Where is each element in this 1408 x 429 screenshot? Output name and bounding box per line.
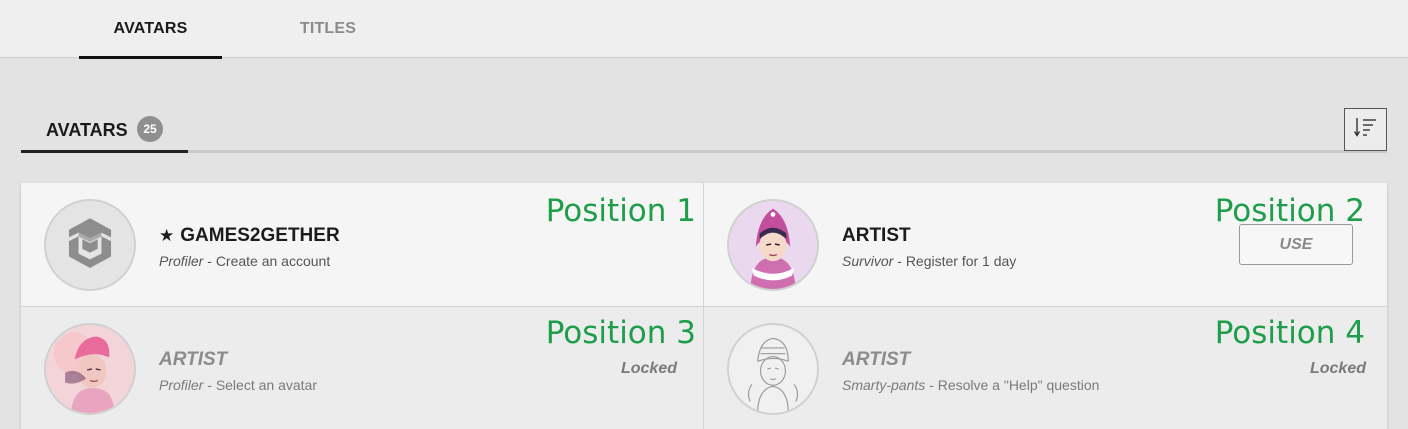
requirement-category: Smarty-pants — [842, 377, 926, 393]
section-header: AVATARS 25 — [21, 108, 1387, 153]
position-annotation: Position 1 — [545, 193, 696, 229]
avatar-name: ARTIST — [842, 225, 911, 246]
use-button[interactable]: USE — [1239, 224, 1353, 265]
section-title: AVATARS — [46, 120, 128, 140]
avatar-requirement: Profiler - Create an account — [159, 253, 330, 269]
avatar-card[interactable]: ★ GAMES2GETHER Profiler - Create an accou… — [21, 183, 704, 307]
avatar-name: ARTIST — [159, 349, 228, 370]
requirement-text: Resolve a "Help" question — [937, 377, 1100, 393]
avatar-card[interactable]: ARTIST Profiler - Select an avatar Posit… — [21, 307, 704, 429]
tab-avatars[interactable]: AVATARS — [79, 0, 222, 59]
position-annotation: Position 3 — [545, 315, 696, 351]
requirement-text: Create an account — [215, 253, 331, 269]
requirement-text: Register for 1 day — [905, 253, 1017, 269]
sort-descending-icon — [1353, 116, 1378, 143]
avatar-character-sketch — [727, 323, 819, 415]
avatar-character-pink-beanie — [44, 323, 136, 415]
requirement-separator: - — [893, 253, 906, 269]
avatar-requirement: Survivor - Register for 1 day — [842, 253, 1016, 269]
requirement-separator: - — [925, 377, 938, 393]
star-icon: ★ — [159, 226, 175, 245]
top-tab-bar: AVATARS TITLES — [0, 0, 1408, 59]
tab-titles[interactable]: TITLES — [260, 0, 396, 58]
avatar-name: ★ GAMES2GETHER — [159, 225, 340, 247]
avatar-requirement: Profiler - Select an avatar — [159, 377, 317, 393]
section-divider — [21, 150, 1387, 153]
count-badge: 25 — [137, 116, 163, 142]
avatar-card[interactable]: ARTIST Smarty-pants - Resolve a "Help" q… — [704, 307, 1387, 429]
locked-status: Locked — [620, 360, 677, 377]
position-annotation: Position 4 — [1214, 315, 1365, 351]
avatar-games2gether-logo — [44, 199, 136, 291]
requirement-separator: - — [203, 253, 216, 269]
requirement-category: Profiler — [159, 253, 204, 269]
section-active-indicator — [21, 150, 188, 153]
requirement-text: Select an avatar — [215, 377, 317, 393]
avatar-name: ARTIST — [842, 349, 911, 370]
sort-button[interactable] — [1344, 108, 1387, 151]
avatar-card[interactable]: ARTIST Survivor - Register for 1 day Pos… — [704, 183, 1387, 307]
locked-status: Locked — [1309, 360, 1366, 377]
requirement-separator: - — [203, 377, 216, 393]
requirement-category: Profiler — [159, 377, 204, 393]
avatar-character-pink-hood — [727, 199, 819, 291]
avatar-grid: ★ GAMES2GETHER Profiler - Create an accou… — [21, 183, 1387, 429]
avatar-requirement: Smarty-pants - Resolve a "Help" question — [842, 377, 1099, 393]
avatar-name-text: GAMES2GETHER — [180, 225, 340, 246]
requirement-category: Survivor — [842, 253, 894, 269]
